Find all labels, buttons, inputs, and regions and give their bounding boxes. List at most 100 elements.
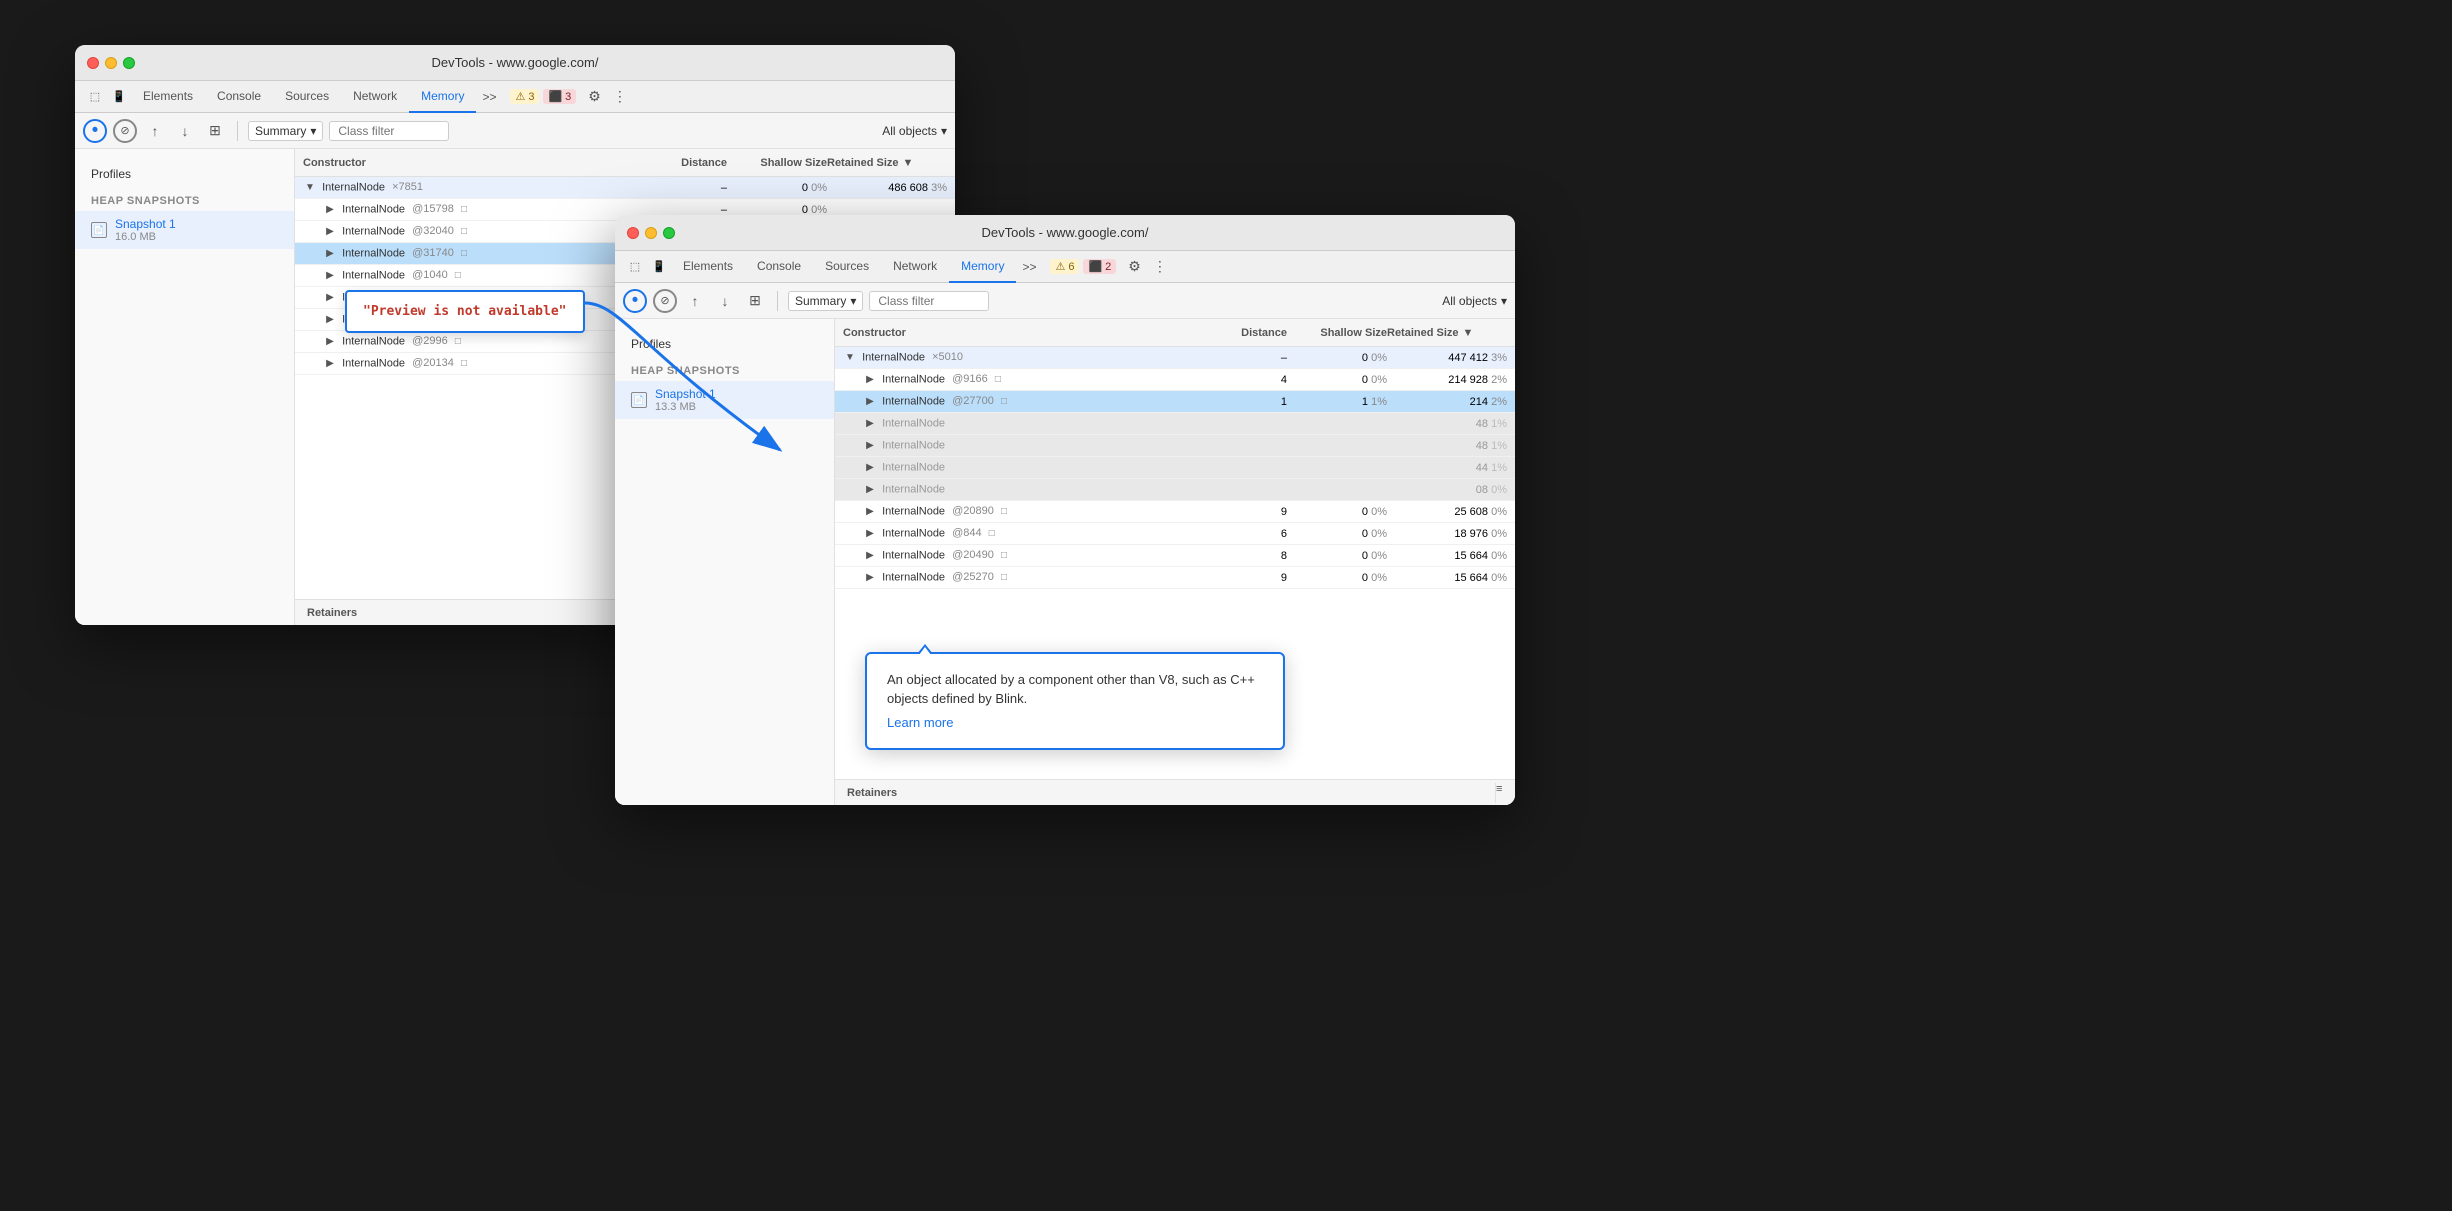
traffic-lights-1 <box>87 57 135 69</box>
tab-console-1[interactable]: Console <box>205 81 273 113</box>
close-button-1[interactable] <box>87 57 99 69</box>
grid-btn-1[interactable]: ⊞ <box>203 119 227 143</box>
tab-bar-1: ⬚ 📱 Elements Console Sources Network Mem… <box>75 81 955 113</box>
grid-btn-2[interactable]: ⊞ <box>743 289 767 313</box>
class-filter-input-1[interactable] <box>329 121 449 141</box>
table-row[interactable]: ▶ InternalNode 48 1% <box>835 413 1515 435</box>
snapshot1-item-1[interactable]: 📄 Snapshot 1 16.0 MB <box>75 211 294 249</box>
expand-icon-6[interactable]: ▶ <box>323 313 337 327</box>
col-constructor-2: Constructor <box>843 327 1207 339</box>
table-row[interactable]: ▶ InternalNode @9166 □ 4 0 0% 214 928 2% <box>835 369 1515 391</box>
table-row[interactable]: ▶ InternalNode 48 1% <box>835 435 1515 457</box>
more-tabs-icon-2[interactable]: >> <box>1016 260 1042 274</box>
tab-memory-2[interactable]: Memory <box>949 251 1016 283</box>
upload-btn-2[interactable]: ↑ <box>683 289 707 313</box>
summary-dropdown-1[interactable]: Summary ▾ <box>248 121 323 141</box>
expand-icon-w2-2[interactable]: ▶ <box>863 395 877 409</box>
row0-retained: 486 608 3% <box>827 182 947 194</box>
info-tooltip-text: An object allocated by a component other… <box>887 670 1263 709</box>
table-row[interactable]: ▶ InternalNode @20490 □ 8 0 0% 15 664 0% <box>835 545 1515 567</box>
expand-icon-7[interactable]: ▶ <box>323 335 337 349</box>
snapshot1-info-1: Snapshot 1 16.0 MB <box>115 217 176 243</box>
row4-constructor: ▶ InternalNode @1040 □ <box>303 269 647 283</box>
settings-icon-2[interactable]: ⚙ <box>1124 258 1145 275</box>
warning-badge-2: ⚠ 6 <box>1050 259 1079 274</box>
tab-console-2[interactable]: Console <box>745 251 813 283</box>
row7-constructor: ▶ InternalNode @2996 □ <box>303 335 647 349</box>
stop-btn-1[interactable]: ⊘ <box>113 119 137 143</box>
inspect-icon-2[interactable]: ⬚ <box>623 255 647 279</box>
more-icon-2[interactable]: ⋮ <box>1149 258 1171 275</box>
tab-sources-2[interactable]: Sources <box>813 251 881 283</box>
close-button-2[interactable] <box>627 227 639 239</box>
snapshot1-item-2[interactable]: 📄 Snapshot 1 13.3 MB <box>615 381 834 419</box>
settings-icon-1[interactable]: ⚙ <box>584 88 605 105</box>
device-icon[interactable]: 📱 <box>107 85 131 109</box>
scrollbar-handle[interactable]: ≡ <box>1495 783 1503 803</box>
row0-shallow: 0 0% <box>727 182 827 194</box>
window-title-2: DevTools - www.google.com/ <box>982 225 1149 240</box>
learn-more-link[interactable]: Learn more <box>887 713 953 733</box>
device-icon-2[interactable]: 📱 <box>647 255 671 279</box>
record-btn-2[interactable]: ⏺ <box>623 289 647 313</box>
heap-snapshots-title-2: HEAP SNAPSHOTS <box>615 357 834 381</box>
expand-icon-4[interactable]: ▶ <box>323 269 337 283</box>
table-row[interactable]: ▶ InternalNode @27700 □ 1 1 1% 214 2% <box>835 391 1515 413</box>
tab-memory-1[interactable]: Memory <box>409 81 476 113</box>
expand-icon-2[interactable]: ▶ <box>323 225 337 239</box>
expand-icon-w2-7[interactable]: ▶ <box>863 505 877 519</box>
table-row[interactable]: ▶ InternalNode @25270 □ 9 0 0% 15 664 0% <box>835 567 1515 589</box>
more-tabs-icon-1[interactable]: >> <box>476 90 502 104</box>
expand-icon-w2-1[interactable]: ▶ <box>863 373 877 387</box>
expand-icon-w2-10[interactable]: ▶ <box>863 571 877 585</box>
row0-constructor: ▼ InternalNode ×7851 <box>303 181 647 195</box>
table-row[interactable]: ▼ InternalNode ×5010 – 0 0% 447 412 3% <box>835 347 1515 369</box>
expand-icon-w2-0[interactable]: ▼ <box>843 351 857 365</box>
error-badge-2: ⬛ 2 <box>1083 259 1116 274</box>
expand-icon-w2-8[interactable]: ▶ <box>863 527 877 541</box>
tab-network-2[interactable]: Network <box>881 251 949 283</box>
summary-chevron-1: ▾ <box>310 124 316 138</box>
expand-icon-8[interactable]: ▶ <box>323 357 337 371</box>
tab-elements-2[interactable]: Elements <box>671 251 745 283</box>
preview-tooltip: "Preview is not available" <box>345 290 585 333</box>
minimize-button-1[interactable] <box>105 57 117 69</box>
tab-sources-1[interactable]: Sources <box>273 81 341 113</box>
stop-btn-2[interactable]: ⊘ <box>653 289 677 313</box>
tab-elements-1[interactable]: Elements <box>131 81 205 113</box>
tab-network-1[interactable]: Network <box>341 81 409 113</box>
table-row[interactable]: ▶ InternalNode @844 □ 6 0 0% 18 976 0% <box>835 523 1515 545</box>
all-objects-dropdown-1[interactable]: All objects ▾ <box>882 124 947 138</box>
row2-constructor: ▶ InternalNode @32040 □ <box>303 225 647 239</box>
divider-2 <box>777 291 778 311</box>
tab-bar-2: ⬚ 📱 Elements Console Sources Network Mem… <box>615 251 1515 283</box>
summary-dropdown-2[interactable]: Summary ▾ <box>788 291 863 311</box>
snapshot-icon-1: 📄 <box>91 222 107 238</box>
more-icon-1[interactable]: ⋮ <box>609 88 631 105</box>
minimize-button-2[interactable] <box>645 227 657 239</box>
upload-btn-1[interactable]: ↑ <box>143 119 167 143</box>
expand-icon-3[interactable]: ▶ <box>323 247 337 261</box>
expand-icon-w2-9[interactable]: ▶ <box>863 549 877 563</box>
profiles-label-2: Profiles <box>615 331 834 357</box>
maximize-button-1[interactable] <box>123 57 135 69</box>
inspect-icon[interactable]: ⬚ <box>83 85 107 109</box>
download-btn-1[interactable]: ↓ <box>173 119 197 143</box>
table-header-2: Constructor Distance Shallow Size Retain… <box>835 319 1515 347</box>
table-row[interactable]: ▶ InternalNode 08 0% <box>835 479 1515 501</box>
record-btn-1[interactable]: ⏺ <box>83 119 107 143</box>
error-icon-2: ⬛ <box>1088 260 1102 273</box>
all-objects-dropdown-2[interactable]: All objects ▾ <box>1442 294 1507 308</box>
class-filter-input-2[interactable] <box>869 291 989 311</box>
table-row[interactable]: ▼ InternalNode ×7851 – 0 0% 486 608 3% <box>295 177 955 199</box>
expand-icon-1[interactable]: ▶ <box>323 203 337 217</box>
expand-icon-5[interactable]: ▶ <box>323 291 337 305</box>
summary-chevron-2: ▾ <box>850 294 856 308</box>
table-row[interactable]: ▶ InternalNode 44 1% <box>835 457 1515 479</box>
table-row[interactable]: ▶ InternalNode @20890 □ 9 0 0% 25 608 0% <box>835 501 1515 523</box>
col-constructor-1: Constructor <box>303 157 647 169</box>
maximize-button-2[interactable] <box>663 227 675 239</box>
expand-icon-0[interactable]: ▼ <box>303 181 317 195</box>
download-btn-2[interactable]: ↓ <box>713 289 737 313</box>
warning-badge-1: ⚠ 3 <box>510 89 539 104</box>
